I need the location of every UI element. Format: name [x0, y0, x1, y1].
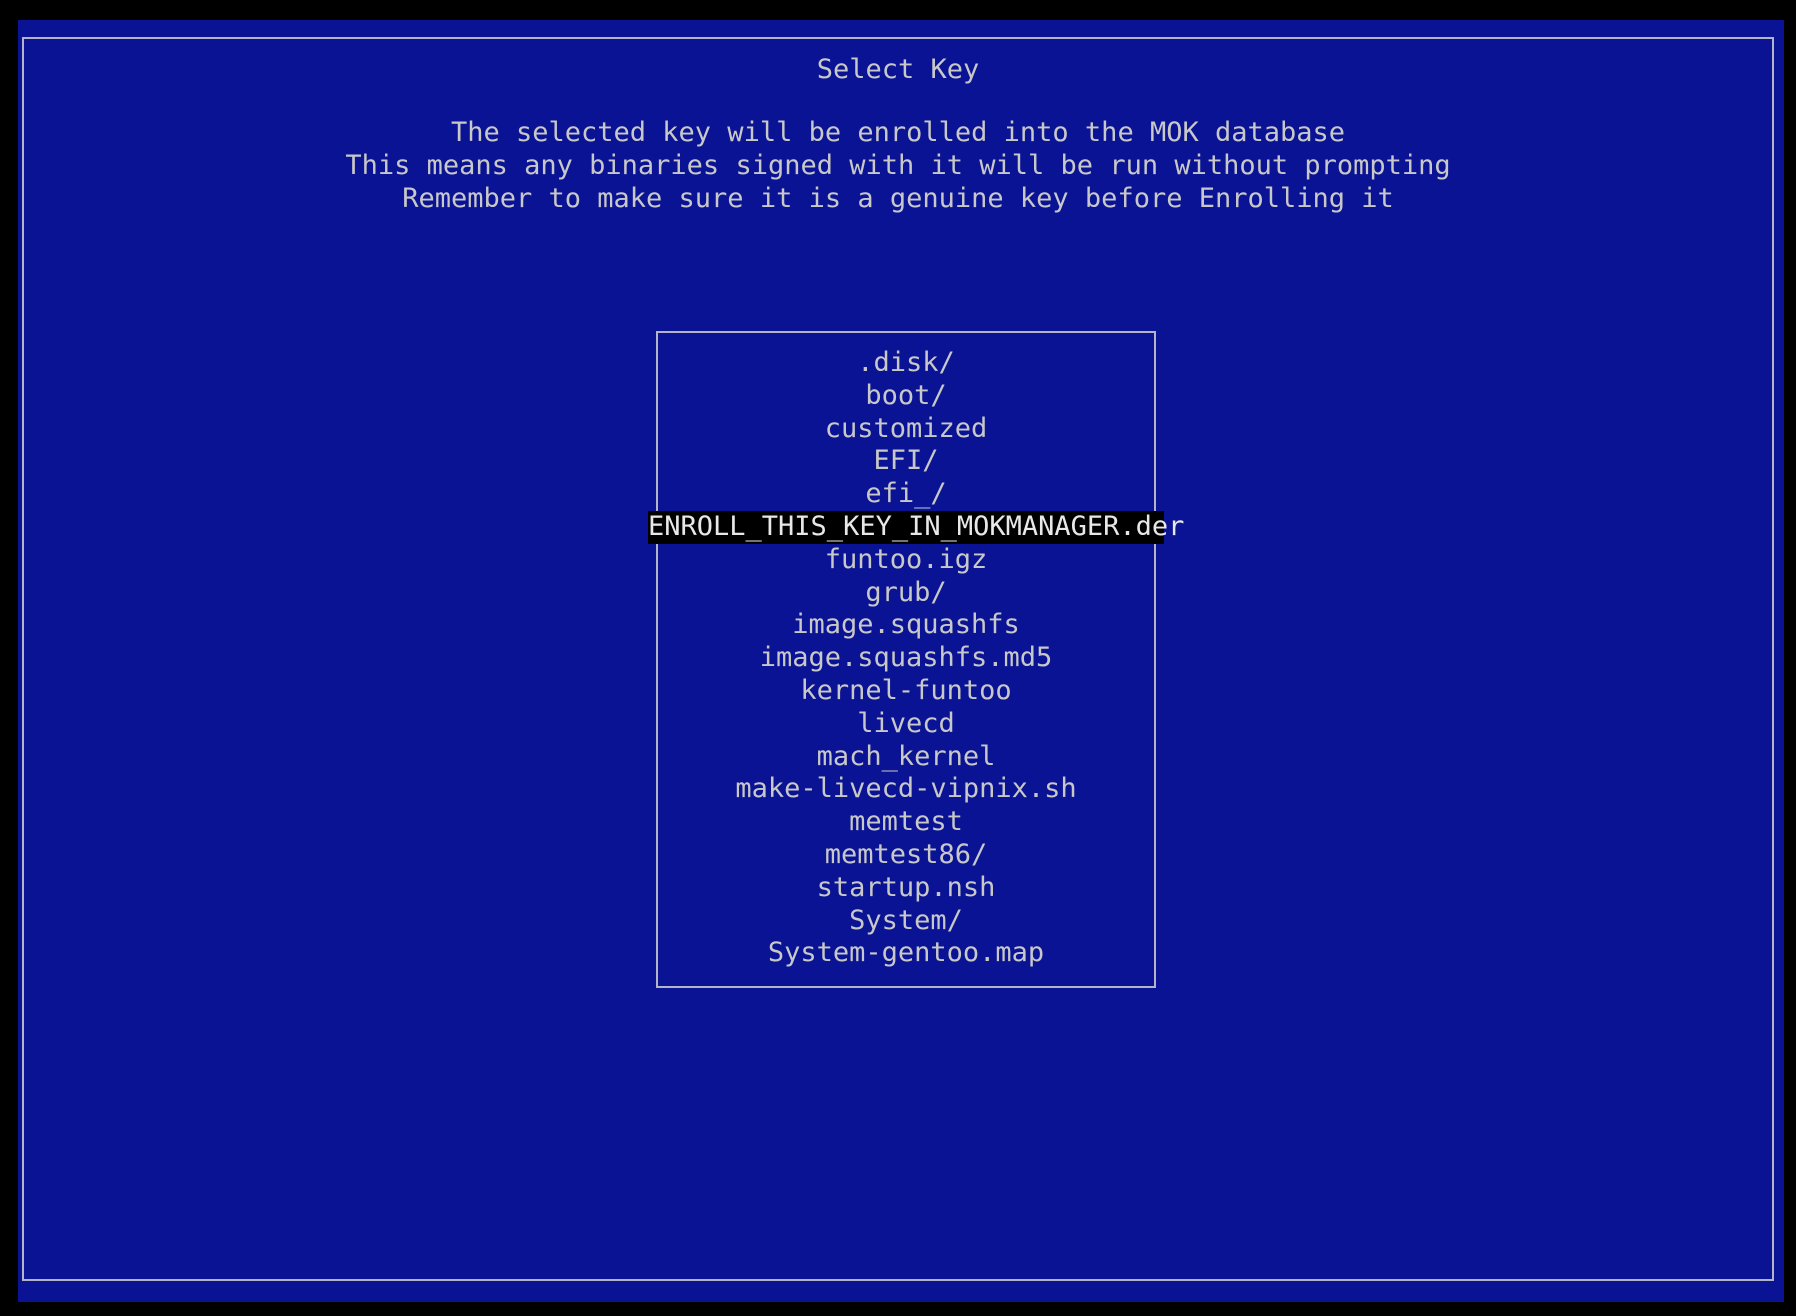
- dialog-title: Select Key: [816, 54, 980, 85]
- file-item-memtest[interactable]: memtest: [648, 806, 1164, 839]
- file-item-customized[interactable]: customized: [648, 413, 1164, 446]
- description-line: Remember to make sure it is a genuine ke…: [402, 183, 1394, 214]
- file-item-disk-dir[interactable]: .disk/: [648, 347, 1164, 380]
- file-item-system-gentoo-map[interactable]: System-gentoo.map: [648, 937, 1164, 970]
- file-item-efi-underscore-dir[interactable]: efi_/: [648, 478, 1164, 511]
- file-item-system-dir[interactable]: System/: [648, 905, 1164, 938]
- file-item-efi-dir[interactable]: EFI/: [648, 445, 1164, 478]
- file-item-startup-nsh[interactable]: startup.nsh: [648, 872, 1164, 905]
- file-item-memtest86-dir[interactable]: memtest86/: [648, 839, 1164, 872]
- file-list: .disk/ boot/ customized EFI/ efi_/ ENROL…: [648, 347, 1184, 970]
- file-item-grub-dir[interactable]: grub/: [648, 577, 1164, 610]
- file-item-boot-dir[interactable]: boot/: [648, 380, 1164, 413]
- file-item-image-squashfs[interactable]: image.squashfs: [648, 609, 1164, 642]
- file-item-enroll-key[interactable]: ENROLL_THIS_KEY_IN_MOKMANAGER.der: [648, 510, 1184, 544]
- file-item-funtoo-igz[interactable]: funtoo.igz: [648, 544, 1164, 577]
- file-item-livecd[interactable]: livecd: [648, 708, 1164, 741]
- description-line: This means any binaries signed with it w…: [345, 150, 1451, 181]
- file-item-image-squashfs-md5[interactable]: image.squashfs.md5: [648, 642, 1164, 675]
- file-item-make-livecd-script[interactable]: make-livecd-vipnix.sh: [648, 773, 1164, 806]
- file-item-mach-kernel[interactable]: mach_kernel: [648, 741, 1164, 774]
- description-line: The selected key will be enrolled into t…: [450, 117, 1346, 148]
- dialog-description: The selected key will be enrolled into t…: [0, 116, 1796, 215]
- file-item-kernel-funtoo[interactable]: kernel-funtoo: [648, 675, 1164, 708]
